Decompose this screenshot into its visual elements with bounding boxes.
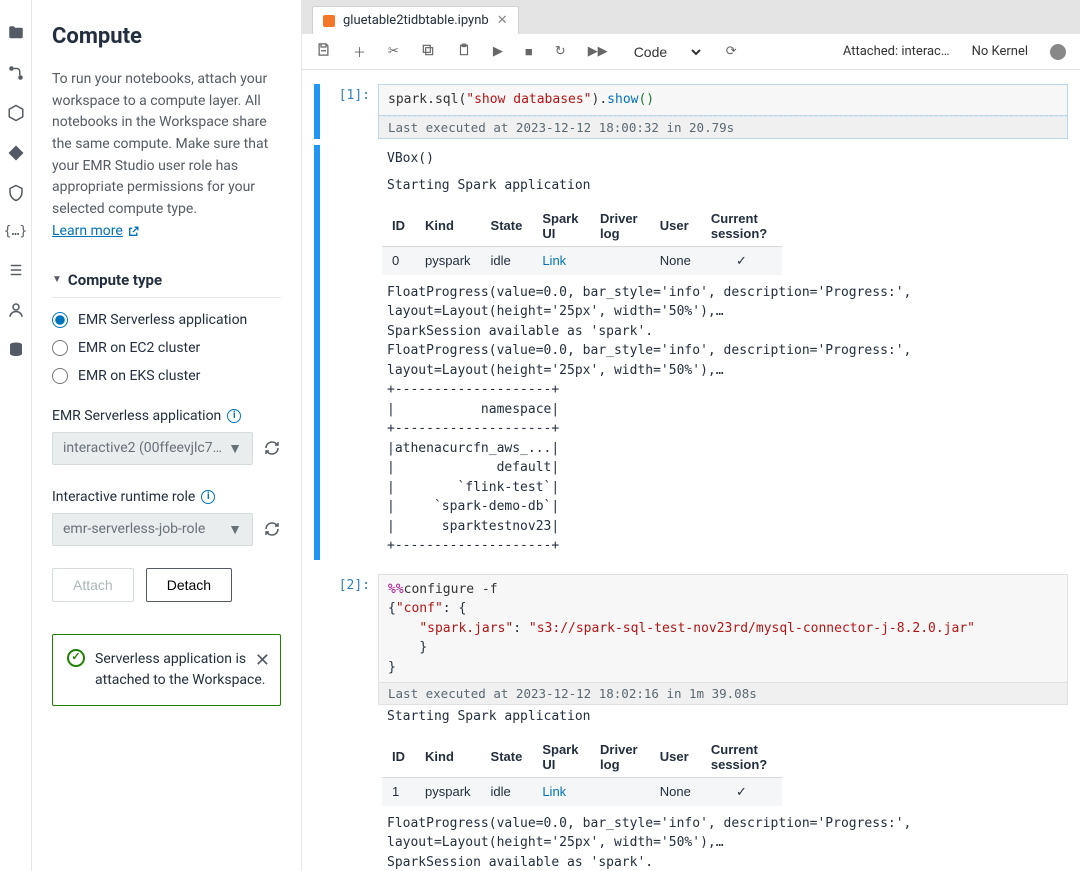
compute-panel: Compute To run your notebooks, attach yo… <box>32 0 302 871</box>
notebook-toolbar: ＋ ✂ ▶ ■ ↻ ▶▶ Code ⟳ Attached: interac… N… <box>302 34 1080 70</box>
table-row: 0pysparkidleLinkNone✓ <box>382 246 782 275</box>
radio-serverless[interactable]: EMR Serverless application <box>52 312 281 328</box>
caret-down-icon: ▼ <box>228 521 242 538</box>
cell-prompt: [1]: <box>320 84 378 139</box>
session-table: IDKindStateSpark UIDriver logUserCurrent… <box>382 737 782 806</box>
kernel-status[interactable]: No Kernel <box>972 44 1028 59</box>
external-link-icon <box>127 225 140 238</box>
activity-rail: {…} <box>0 0 32 871</box>
attach-button: Attach <box>52 568 134 602</box>
refresh-icon[interactable] <box>263 439 281 457</box>
output-text: FloatProgress(value=0.0, bar_style='info… <box>378 279 1068 560</box>
compute-type-header[interactable]: ▼ Compute type <box>52 271 281 298</box>
info-icon[interactable]: i <box>227 409 241 423</box>
refresh-icon[interactable] <box>263 520 281 538</box>
notebook-file-icon <box>323 15 335 27</box>
hex-icon[interactable] <box>7 104 25 122</box>
caret-down-icon: ▼ <box>228 440 242 457</box>
intro-text: To run your notebooks, attach your works… <box>52 69 281 243</box>
add-cell-icon[interactable]: ＋ <box>353 42 366 61</box>
tab-label: gluetable2tidbtable.ipynb <box>343 13 489 28</box>
shield-icon[interactable] <box>7 184 25 202</box>
code-cell[interactable]: [2]: %%configure -f {"conf": { "spark.ja… <box>314 574 1068 871</box>
save-icon[interactable] <box>316 42 331 61</box>
run-icon[interactable]: ▶ <box>493 44 503 59</box>
code-cell[interactable]: [1]: spark.sql("show databases").show() … <box>314 84 1068 139</box>
radio-ec2[interactable]: EMR on EC2 cluster <box>52 340 281 356</box>
braces-icon[interactable]: {…} <box>4 224 27 239</box>
collapse-icon: ▼ <box>52 274 62 285</box>
app-label: EMR Serverless application i <box>52 408 281 424</box>
stop-icon[interactable]: ■ <box>525 44 533 60</box>
info-icon[interactable]: i <box>201 490 215 504</box>
cell-prompt: [2]: <box>320 574 378 871</box>
run-all-icon[interactable]: ▶▶ <box>588 44 608 59</box>
detach-button[interactable]: Detach <box>146 568 232 602</box>
list-icon[interactable] <box>7 261 25 279</box>
success-check-icon: ✓ <box>67 649 85 667</box>
alert-text: Serverless application is attached to th… <box>95 649 266 691</box>
output-text: FloatProgress(value=0.0, bar_style='info… <box>378 810 1068 871</box>
paste-icon[interactable] <box>457 43 471 61</box>
tab-notebook[interactable]: gluetable2tidbtable.ipynb ✕ <box>312 6 519 34</box>
kernel-indicator-icon[interactable] <box>1050 44 1066 60</box>
role-select[interactable]: emr-serverless-job-role▼ <box>52 513 253 546</box>
code-input[interactable]: %%configure -f {"conf": { "spark.jars": … <box>378 574 1068 684</box>
cut-icon[interactable]: ✂ <box>388 44 399 59</box>
app-select[interactable]: interactive2 (00ffeevjlc7…▼ <box>52 432 253 465</box>
copy-icon[interactable] <box>421 43 435 61</box>
compute-type-group: EMR Serverless application EMR on EC2 cl… <box>52 312 281 384</box>
tab-bar: gluetable2tidbtable.ipynb ✕ <box>302 0 1080 34</box>
output-text: VBox() <box>378 145 1068 173</box>
database-icon[interactable] <box>7 341 25 359</box>
tab-close-icon[interactable]: ✕ <box>497 13 508 28</box>
session-table: IDKindStateSpark UIDriver logUserCurrent… <box>382 206 782 275</box>
notebook-main: gluetable2tidbtable.ipynb ✕ ＋ ✂ ▶ ■ ↻ ▶▶… <box>302 0 1080 871</box>
git-icon[interactable] <box>7 64 25 82</box>
cell-type-select[interactable]: Code <box>630 43 704 61</box>
folder-icon[interactable] <box>7 24 25 42</box>
learn-more-link[interactable]: Learn more <box>52 221 140 243</box>
success-alert: ✓ Serverless application is attached to … <box>52 634 281 706</box>
alert-close-icon[interactable]: ✕ <box>255 647 270 674</box>
radio-eks[interactable]: EMR on EKS cluster <box>52 368 281 384</box>
role-label: Interactive runtime role i <box>52 489 281 505</box>
notebook-cells: [1]: spark.sql("show databases").show() … <box>302 70 1080 871</box>
exec-time: Last executed at 2023-12-12 18:00:32 in … <box>378 116 1068 139</box>
spark-ui-link[interactable]: Link <box>542 784 566 799</box>
cell-output: VBox() Starting Spark application IDKind… <box>314 145 1068 560</box>
diamond-icon[interactable] <box>7 144 25 162</box>
output-text: Starting Spark application <box>378 172 1068 200</box>
attached-status[interactable]: Attached: interac… <box>843 44 950 59</box>
code-input[interactable]: spark.sql("show databases").show() <box>378 84 1068 116</box>
output-text: Starting Spark application <box>378 705 1068 731</box>
spark-ui-link[interactable]: Link <box>542 253 566 268</box>
exec-time: Last executed at 2023-12-12 18:02:16 in … <box>378 683 1068 705</box>
table-row: 1pysparkidleLinkNone✓ <box>382 777 782 806</box>
panel-title: Compute <box>52 24 281 49</box>
user-icon[interactable] <box>7 301 25 319</box>
restart-icon[interactable]: ↻ <box>555 44 566 59</box>
reload-icon[interactable]: ⟳ <box>726 44 737 59</box>
